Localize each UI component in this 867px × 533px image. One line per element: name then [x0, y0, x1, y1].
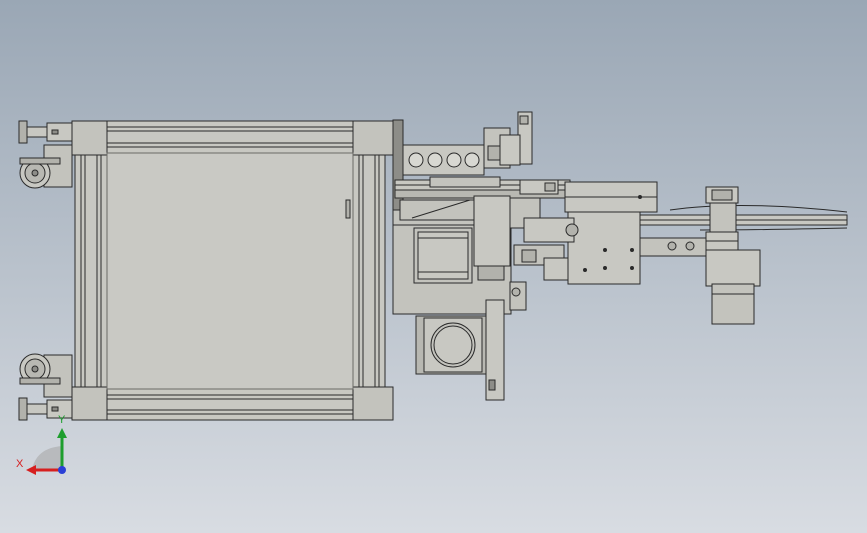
- frame-corner-br: [352, 386, 394, 421]
- frame-corner-tl: [71, 120, 108, 156]
- aluminum-frame[interactable]: [71, 120, 394, 421]
- y-axis-label: Y: [58, 414, 66, 426]
- cad-model-canvas[interactable]: [0, 0, 867, 533]
- drive-motor-right: [705, 249, 761, 325]
- frame-right-post: [352, 152, 386, 390]
- pulley-assembly: [705, 186, 739, 251]
- frame-corner-tr: [352, 120, 394, 156]
- guide-rails: [394, 176, 571, 199]
- z-axis-dot: [58, 466, 66, 474]
- frame-left-post: [74, 152, 108, 390]
- cad-viewport[interactable]: X Y: [0, 0, 867, 533]
- frame-top-beam: [106, 120, 354, 154]
- frame-corner-bl: [71, 386, 108, 421]
- frame-inner-panel: [106, 152, 354, 390]
- x-axis-label: X: [16, 458, 24, 470]
- cooling-fan-motor: [415, 315, 489, 375]
- stepper-motor-top: [413, 227, 473, 284]
- frame-bottom-beam: [106, 388, 354, 421]
